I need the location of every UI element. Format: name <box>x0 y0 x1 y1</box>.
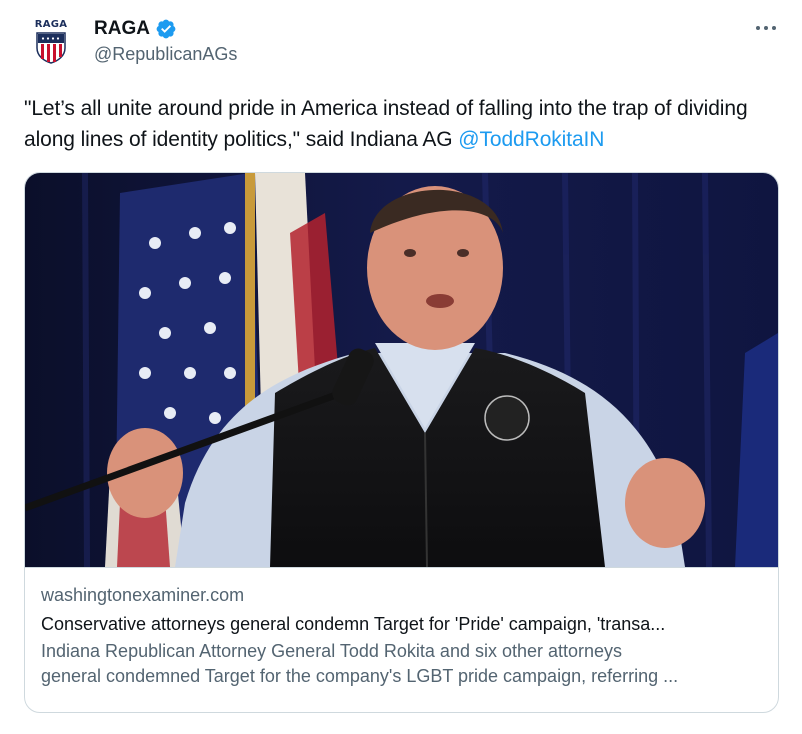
avatar[interactable]: RAGA <box>24 14 78 68</box>
display-name[interactable]: RAGA <box>94 18 150 40</box>
card-description-line-2: general condemned Target for the company… <box>41 666 679 686</box>
avatar-logo-text: RAGA <box>34 19 68 30</box>
card-image[interactable] <box>25 173 778 567</box>
tweet-text: "Let’s all unite around pride in America… <box>24 93 784 155</box>
card-body[interactable]: washingtonexaminer.com Conservative atto… <box>25 567 778 712</box>
link-card[interactable]: washingtonexaminer.com Conservative atto… <box>24 172 779 713</box>
verified-badge-icon <box>156 19 176 39</box>
card-description-line-1: Indiana Republican Attorney General Todd… <box>41 641 623 661</box>
author-handle[interactable]: @RepublicanAGs <box>94 43 237 65</box>
card-description: Indiana Republican Attorney General Todd… <box>41 639 763 689</box>
card-domain: washingtonexaminer.com <box>41 585 245 605</box>
mention-link[interactable]: @ToddRokitaIN <box>458 128 604 151</box>
shield-logo-icon <box>36 32 66 64</box>
tweet: RAGA RAGA @RepublicanAGs "Let’s all unit… <box>0 0 802 734</box>
author-name-row[interactable]: RAGA <box>94 18 177 40</box>
more-options-icon[interactable] <box>752 16 780 40</box>
card-title[interactable]: Conservative attorneys general condemn T… <box>41 612 763 636</box>
card-photo <box>25 173 778 567</box>
tweet-body: "Let’s all unite around pride in America… <box>24 97 748 151</box>
